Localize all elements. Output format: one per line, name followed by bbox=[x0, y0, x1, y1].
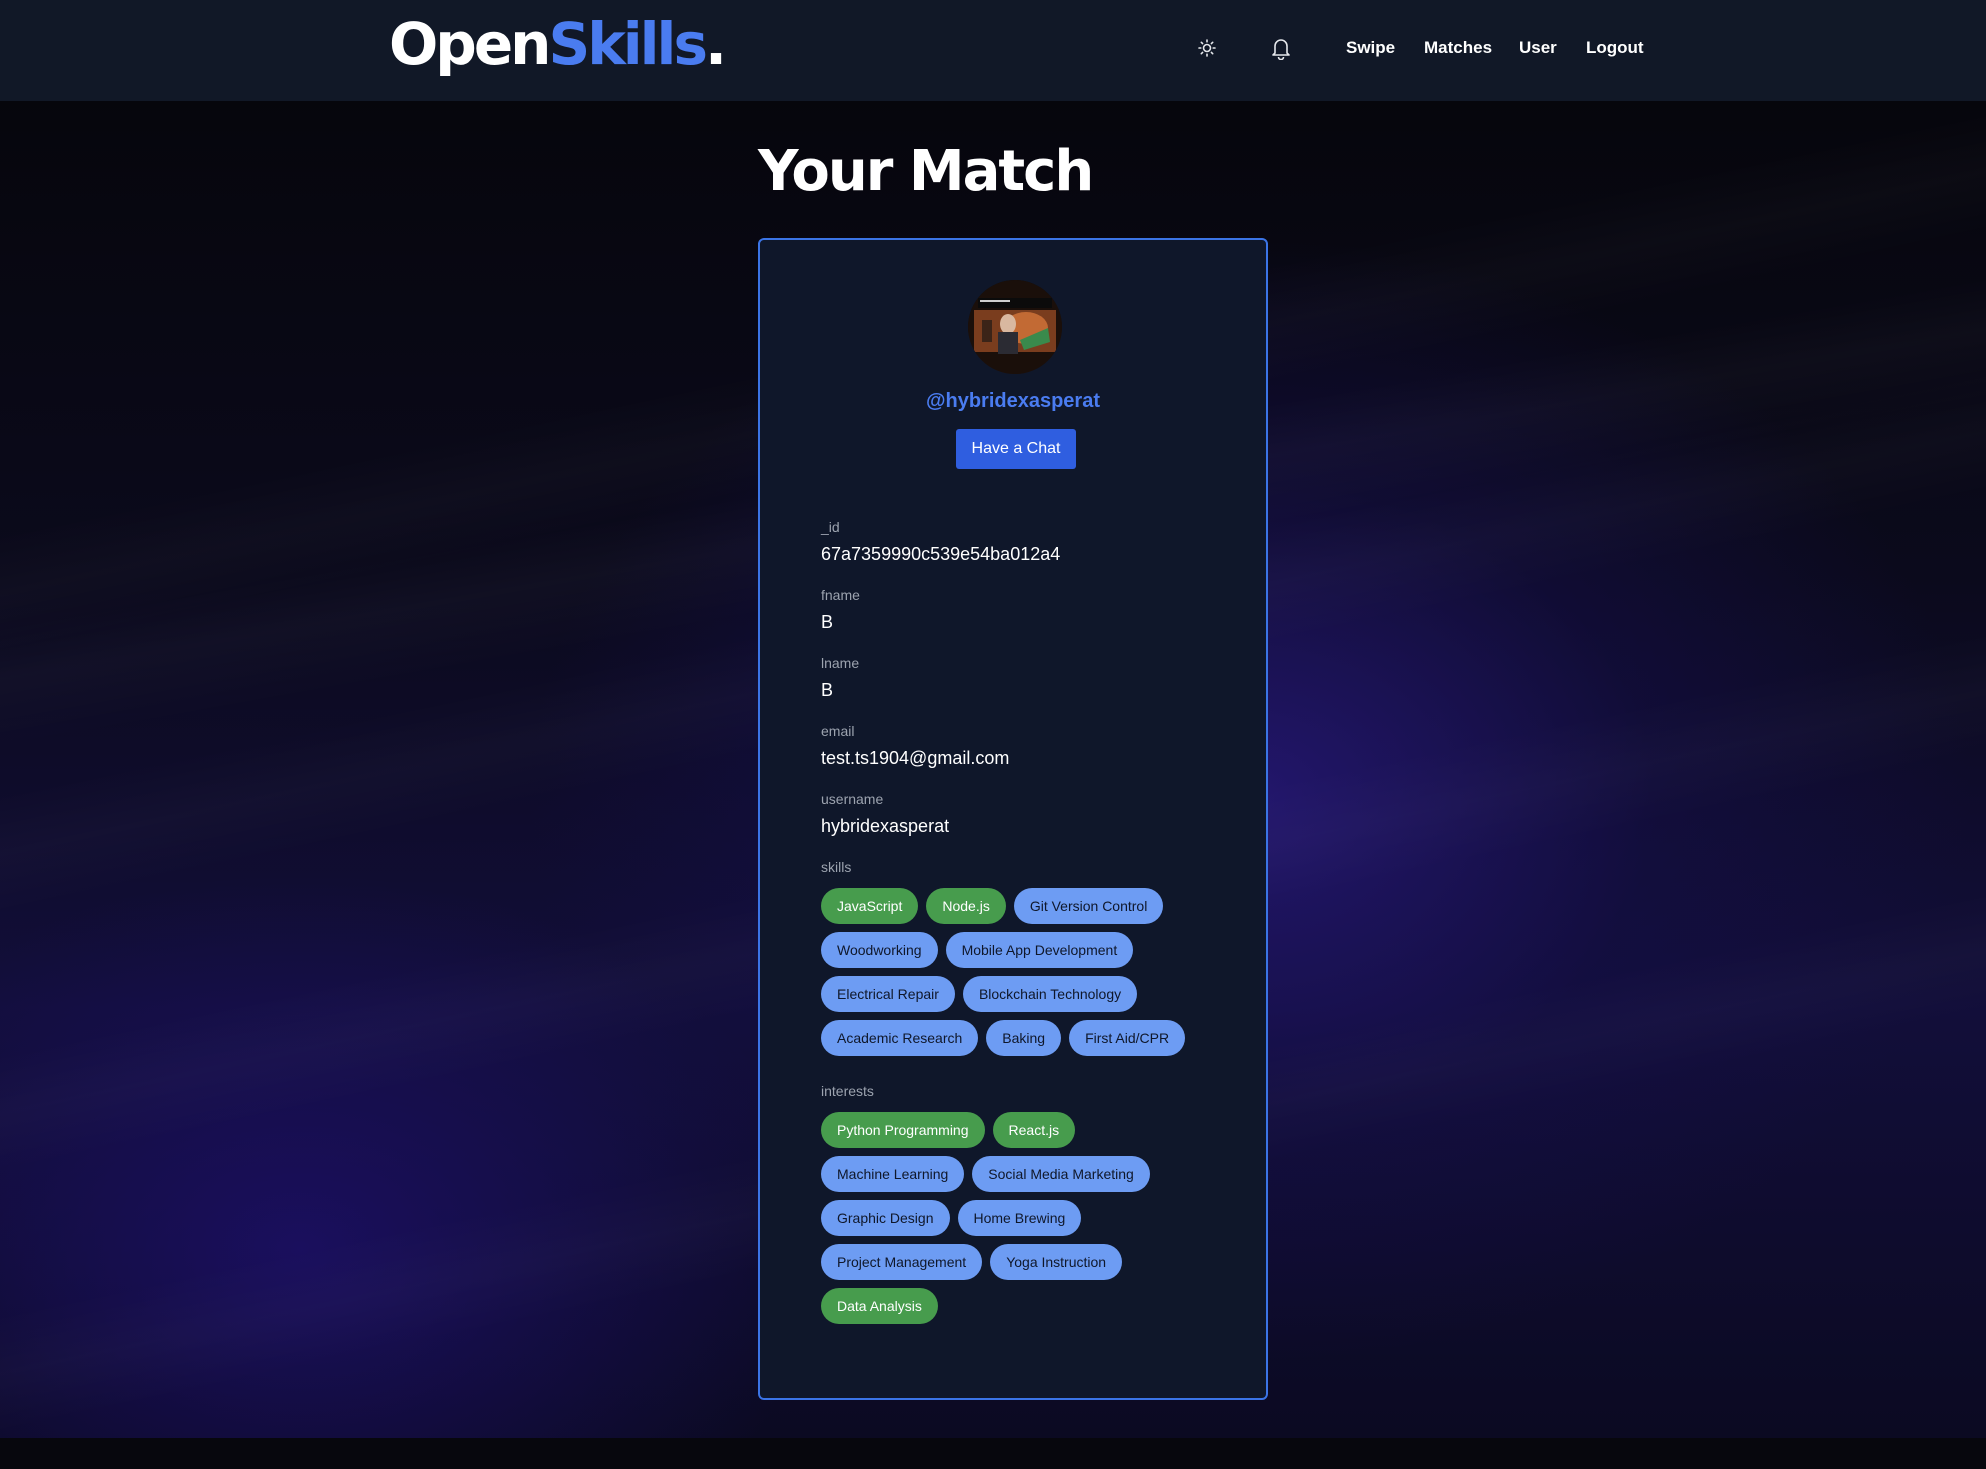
nav-link-matches[interactable]: Matches bbox=[1424, 36, 1492, 60]
skill-tag: Blockchain Technology bbox=[962, 976, 1138, 1012]
field-label-email: email bbox=[821, 723, 855, 739]
skill-tag-row: Woodworking Mobile App Development bbox=[821, 932, 1231, 968]
sun-icon[interactable] bbox=[1193, 34, 1221, 62]
field-value-username: hybridexasperat bbox=[821, 816, 950, 836]
interests-label: interests bbox=[821, 1083, 874, 1099]
skill-tag-row: Academic Research Baking First Aid/CPR bbox=[821, 1020, 1231, 1056]
skill-tag-row: JavaScript Node.js Git Version Control bbox=[821, 888, 1231, 924]
skill-tag: First Aid/CPR bbox=[1069, 1020, 1186, 1056]
interest-tag: Social Media Marketing bbox=[972, 1156, 1150, 1192]
interest-tag-row: Data Analysis bbox=[821, 1288, 1231, 1324]
field-value-fname: B bbox=[821, 612, 834, 632]
logo-part-open: Open bbox=[389, 10, 551, 78]
skill-tag: Git Version Control bbox=[1013, 888, 1164, 924]
interest-tag-row: Python Programming React.js bbox=[821, 1112, 1231, 1148]
interest-tag: Machine Learning bbox=[821, 1156, 965, 1192]
logo-part-skills: Skills bbox=[548, 10, 708, 78]
skill-tag: Academic Research bbox=[821, 1020, 979, 1056]
interest-tag: Project Management bbox=[821, 1244, 983, 1280]
interest-tag-row: Machine Learning Social Media Marketing bbox=[821, 1156, 1231, 1192]
skill-tag: Mobile App Development bbox=[945, 932, 1134, 968]
skills-label: skills bbox=[821, 859, 852, 875]
skill-tag: Electrical Repair bbox=[821, 976, 955, 1012]
interest-tag: React.js bbox=[992, 1112, 1076, 1148]
field-label-username: username bbox=[821, 791, 884, 807]
brand-logo[interactable]: OpenSkills. bbox=[389, 4, 727, 84]
nav-link-user[interactable]: User bbox=[1519, 36, 1557, 60]
logo-part-dot: . bbox=[704, 10, 727, 78]
interest-tag: Graphic Design bbox=[821, 1200, 950, 1236]
nav-link-swipe[interactable]: Swipe bbox=[1346, 36, 1395, 60]
skill-tag: Node.js bbox=[926, 888, 1006, 924]
bell-icon[interactable] bbox=[1267, 34, 1295, 62]
field-value-email: test.ts1904@gmail.com bbox=[821, 748, 1010, 768]
avatar bbox=[968, 280, 1062, 374]
have-a-chat-button[interactable]: Have a Chat bbox=[956, 429, 1076, 469]
field-label-lname: lname bbox=[821, 655, 860, 671]
interest-tag-row: Project Management Yoga Instruction bbox=[821, 1244, 1231, 1280]
interest-tag: Yoga Instruction bbox=[990, 1244, 1123, 1280]
interest-tag: Data Analysis bbox=[821, 1288, 938, 1324]
top-navbar: OpenSkills. Swipe Matches User Logout bbox=[0, 0, 1986, 101]
field-value-id: 67a7359990c539e54ba012a4 bbox=[821, 544, 1061, 564]
skill-tag-row: Electrical Repair Blockchain Technology bbox=[821, 976, 1231, 1012]
field-label-fname: fname bbox=[821, 587, 860, 603]
interest-tag-row: Graphic Design Home Brewing bbox=[821, 1200, 1231, 1236]
skills-tag-list: JavaScript Node.js Git Version Control Wood… bbox=[821, 888, 1231, 1064]
profile-handle: @hybridexasperat bbox=[925, 390, 1100, 412]
interest-tag: Home Brewing bbox=[957, 1200, 1082, 1236]
skill-tag: Woodworking bbox=[821, 932, 938, 968]
field-label-id: _id bbox=[821, 519, 840, 535]
interest-tag: Python Programming bbox=[821, 1112, 985, 1148]
nav-link-logout[interactable]: Logout bbox=[1586, 36, 1644, 60]
skill-tag: JavaScript bbox=[821, 888, 919, 924]
field-value-lname: B bbox=[821, 680, 834, 700]
match-card: @hybridexasperat Have a Chat _id 67a7359… bbox=[758, 238, 1268, 1400]
interests-tag-list: Python Programming React.js Machine Learni… bbox=[821, 1112, 1231, 1332]
page-title: Your Match bbox=[758, 139, 1094, 204]
skill-tag: Baking bbox=[986, 1020, 1062, 1056]
